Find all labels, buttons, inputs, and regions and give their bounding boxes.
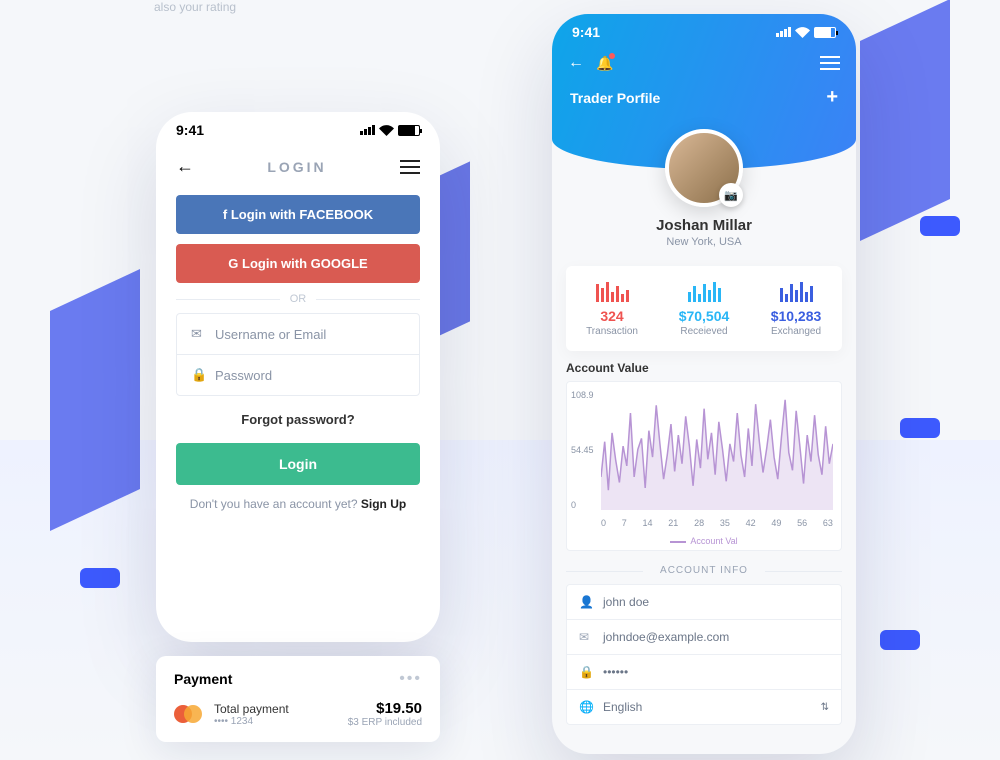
payment-card: Payment ••• Total payment •••• 1234 $19.…: [156, 656, 440, 742]
profile-location: New York, USA: [552, 236, 856, 248]
profile-name: Joshan Millar: [552, 217, 856, 234]
add-button[interactable]: +: [826, 86, 838, 109]
status-time: 9:41: [176, 122, 204, 138]
language-select[interactable]: 🌐 English ⇅: [567, 690, 841, 724]
user-icon: 👤: [579, 595, 593, 609]
chart-legend: Account Val: [567, 536, 841, 546]
back-button[interactable]: ←: [568, 54, 584, 72]
signal-icon: [776, 27, 791, 37]
battery-icon: [398, 125, 420, 136]
stats-panel: 324 Transaction $70,504 Receieved $10,28…: [566, 266, 842, 351]
facebook-icon: f: [223, 207, 231, 222]
card-mask: •••• 1234: [214, 716, 336, 727]
payment-amount: $19.50: [348, 700, 422, 717]
notifications-button[interactable]: 🔔: [596, 55, 613, 72]
back-button[interactable]: ←: [176, 156, 194, 177]
caption: also your rating: [154, 0, 236, 14]
account-info-heading: ACCOUNT INFO: [566, 565, 842, 576]
status-bar: 9:41: [156, 112, 440, 148]
stat-received[interactable]: $70,504 Receieved: [658, 280, 750, 337]
envelope-icon: ✉: [579, 630, 593, 644]
signup-prompt: Don't you have an account yet? Sign Up: [156, 497, 440, 511]
password-field[interactable]: 🔒 ••••••: [567, 655, 841, 690]
status-time: 9:41: [572, 24, 600, 40]
menu-button[interactable]: [400, 160, 420, 174]
stat-exchanged[interactable]: $10,283 Exchanged: [750, 280, 842, 337]
lock-icon: 🔒: [579, 665, 593, 679]
login-google-button[interactable]: G Login with GOOGLE: [176, 244, 420, 283]
account-value-chart: 108.954.450 071421283542495663 Account V…: [566, 381, 842, 551]
or-divider: OR: [176, 293, 420, 305]
header-title: Trader Porfile: [570, 90, 660, 106]
password-input[interactable]: 🔒 Password: [177, 355, 419, 395]
mastercard-icon: [174, 705, 202, 723]
status-bar: 9:41: [552, 14, 856, 50]
name-field[interactable]: 👤 john doe: [567, 585, 841, 620]
login-facebook-button[interactable]: f Login with FACEBOOK: [176, 195, 420, 234]
avatar[interactable]: 📷: [665, 129, 743, 207]
chevron-updown-icon: ⇅: [821, 702, 829, 713]
more-button[interactable]: •••: [399, 670, 422, 688]
wifi-icon: [795, 27, 810, 38]
globe-icon: 🌐: [579, 700, 593, 714]
signup-link[interactable]: Sign Up: [361, 497, 406, 511]
wifi-icon: [379, 125, 394, 136]
login-button[interactable]: Login: [176, 443, 420, 485]
total-payment-label: Total payment: [214, 702, 336, 716]
envelope-icon: ✉: [191, 326, 205, 342]
google-icon: G: [228, 256, 242, 271]
payment-heading: Payment: [174, 671, 232, 687]
menu-button[interactable]: [820, 56, 840, 70]
camera-icon[interactable]: 📷: [719, 183, 743, 207]
profile-screen: 9:41 ← 🔔 Trader Porfile + 📷 Joshan Milla…: [552, 14, 856, 754]
bars-icon: [566, 280, 658, 302]
battery-icon: [814, 27, 836, 38]
username-input[interactable]: ✉ Username or Email: [177, 314, 419, 355]
signal-icon: [360, 125, 375, 135]
login-screen: 9:41 ← LOGIN f Login with FACEBOOK G Log…: [156, 112, 440, 642]
page-title: LOGIN: [267, 159, 326, 175]
lock-icon: 🔒: [191, 367, 205, 383]
bars-icon: [658, 280, 750, 302]
bars-icon: [750, 280, 842, 302]
forgot-password-link[interactable]: Forgot password?: [156, 412, 440, 427]
stat-transaction[interactable]: 324 Transaction: [566, 280, 658, 337]
chart-title: Account Value: [566, 361, 842, 375]
payment-sub: $3 ERP included: [348, 717, 422, 728]
email-field[interactable]: ✉ johndoe@example.com: [567, 620, 841, 655]
